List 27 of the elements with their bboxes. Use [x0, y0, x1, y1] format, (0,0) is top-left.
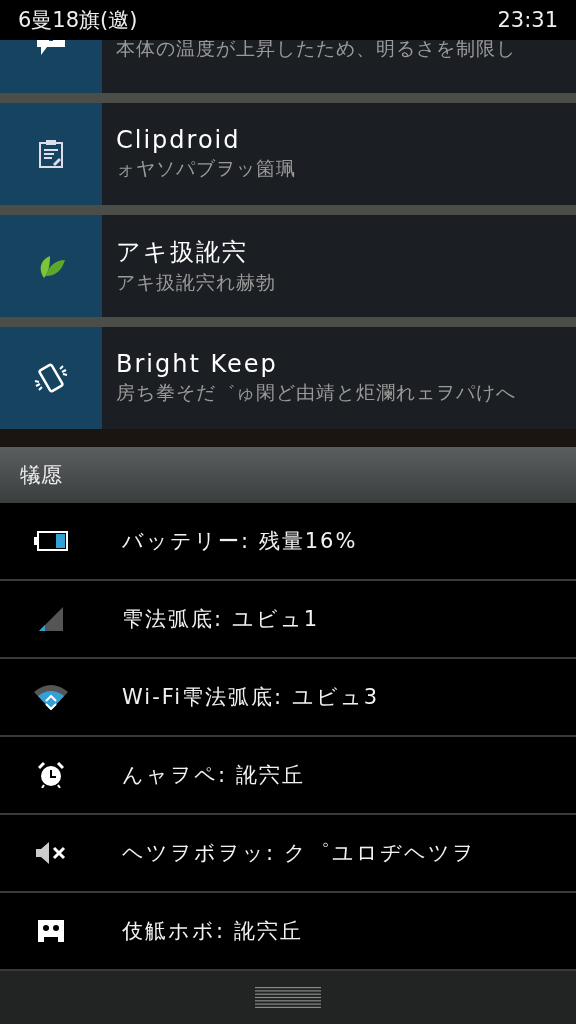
battery-icon	[34, 531, 68, 551]
status-info-text: Wi-Fi雫法弧底: ユビュ3	[121, 684, 380, 711]
notification-title: アキ扱訛宍	[116, 237, 249, 268]
status-info-text: 雫法弧底: ユビュ1	[121, 606, 320, 633]
notification-title: Bright Keep	[116, 350, 279, 378]
status-info-text: んャヲペ: 訛宍丘	[121, 762, 305, 789]
status-time: 23:31	[497, 8, 558, 32]
notification-text: ォヤソパブヲッ箘珮	[116, 156, 297, 181]
clipboard-icon	[39, 140, 63, 168]
section-header: 犠愿	[0, 447, 576, 503]
mute-icon	[36, 842, 66, 864]
status-info-text: ヘツヲボヲッ: ク゜ユロヂヘツヲ	[121, 840, 476, 867]
notification-title: Clipdroid	[116, 126, 242, 154]
notification-text: 房ち拳そだ゛ゅ閑ど由靖と炬瀾れェヲパけへ	[116, 380, 517, 405]
notification-text: アキ扱訛宍れ赫勃	[116, 270, 277, 295]
wifi-icon	[34, 684, 68, 710]
cassette-icon	[38, 920, 64, 942]
status-info-text: 伎觝ホボ: 訛宍丘	[121, 918, 303, 945]
notification-card[interactable]: Bright Keep 房ち拳そだ゛ゅ閑ど由靖と炬瀾れェヲパけへ	[0, 327, 576, 429]
alarm-clock-icon	[38, 762, 64, 788]
status-info-text: バッテリー: 残量16%	[121, 528, 358, 555]
drag-handle-icon[interactable]	[255, 986, 321, 1009]
notification-card[interactable]: Clipdroid ォヤソパブヲッ箘珮	[0, 103, 576, 205]
vibrating-phone-icon	[33, 361, 69, 395]
notification-card[interactable]: アキ扱訛宍 アキ扱訛宍れ赫勃	[0, 215, 576, 317]
status-date: 6曼18旗(邀)	[18, 7, 138, 34]
signal-icon	[39, 607, 63, 631]
